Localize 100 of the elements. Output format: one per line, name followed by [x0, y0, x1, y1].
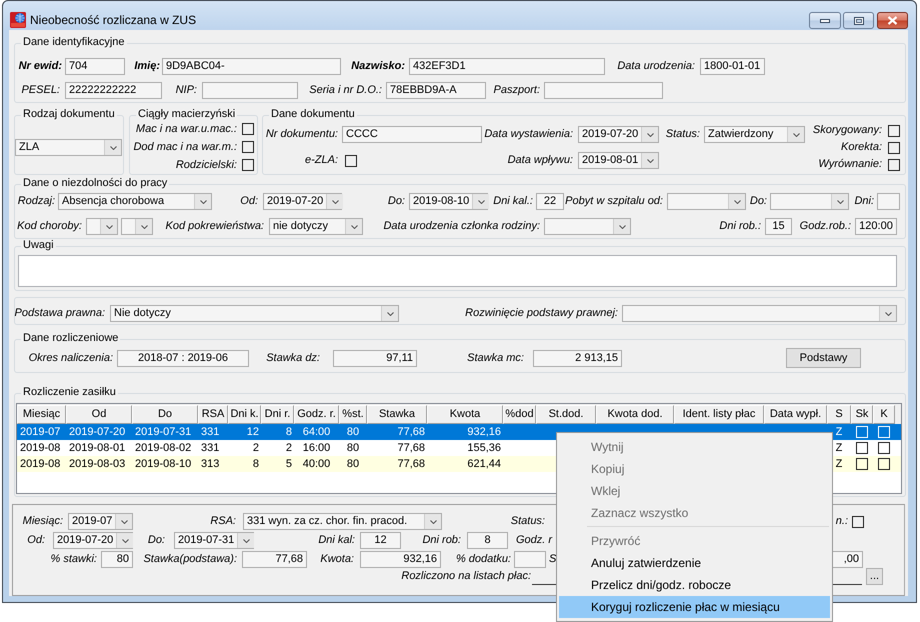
- text-field[interactable]: 2018-07 : 2019-06: [117, 350, 249, 366]
- dropdown[interactable]: ZLA: [15, 139, 122, 156]
- column-header[interactable]: %dod: [503, 405, 536, 424]
- column-header[interactable]: Ident. listy płac: [674, 405, 764, 424]
- checkbox[interactable]: [856, 458, 868, 470]
- chevron-down-icon: [792, 132, 800, 136]
- chevron-down-icon: [332, 200, 339, 204]
- field-label: Kod choroby:: [17, 220, 82, 233]
- text-field[interactable]: 932,16: [360, 551, 441, 568]
- push-button[interactable]: Podstawy: [786, 348, 861, 368]
- field-label: Stawka dz:: [266, 352, 320, 364]
- checkbox[interactable]: [878, 442, 890, 454]
- column-header[interactable]: RSA: [198, 405, 228, 424]
- checkbox[interactable]: [242, 141, 254, 153]
- checkbox[interactable]: [856, 442, 868, 454]
- text-field[interactable]: 120:00: [855, 218, 897, 235]
- column-header[interactable]: St.dod.: [536, 405, 596, 424]
- dropdown[interactable]: Zatwierdzony: [704, 126, 805, 143]
- column-header[interactable]: Kwota dod.: [596, 405, 674, 424]
- column-header[interactable]: Kwota: [427, 405, 503, 424]
- group-title: Ciągły macierzyński: [136, 108, 238, 121]
- table-cell-text: 2019-08-02: [134, 441, 192, 456]
- close-button[interactable]: [877, 12, 908, 29]
- field-label: Nr dokumentu:: [266, 128, 338, 141]
- table-cell-text: 2: [252, 441, 260, 456]
- field-label: Rozwinięcie podstawy prawnej:: [465, 307, 618, 320]
- column-header[interactable]: S: [827, 405, 851, 424]
- text-field[interactable]: 22: [536, 193, 564, 210]
- dropdown[interactable]: Absencja chorobowa: [58, 193, 212, 210]
- column-header[interactable]: K: [873, 405, 895, 424]
- dropdown[interactable]: 2019-08-10: [409, 193, 488, 210]
- dropdown[interactable]: nie dotyczy: [269, 218, 363, 235]
- column-header[interactable]: Sk: [851, 405, 873, 424]
- checkbox[interactable]: [888, 142, 900, 154]
- globe-tile-icon: [10, 12, 26, 28]
- text-field[interactable]: 78EBBD9A-A: [386, 82, 486, 99]
- dropdown[interactable]: 2019-07-20: [263, 193, 342, 210]
- column-header[interactable]: Godz. r.: [294, 405, 339, 424]
- dropdown[interactable]: 2019-07-31: [174, 532, 254, 549]
- checkbox[interactable]: [852, 516, 864, 528]
- column-header[interactable]: Dni k.: [228, 405, 261, 424]
- text-field[interactable]: [202, 82, 298, 99]
- checkbox[interactable]: [242, 159, 254, 171]
- checkbox[interactable]: [888, 158, 900, 170]
- text-field[interactable]: [514, 551, 546, 568]
- menu-item[interactable]: Przelicz dni/godz. robocze: [559, 574, 830, 596]
- field-label: Do:: [148, 534, 165, 547]
- text-field[interactable]: 97,11: [333, 350, 417, 366]
- text-field[interactable]: 704: [65, 58, 125, 75]
- column-header[interactable]: Dni r.: [261, 405, 294, 424]
- text-field[interactable]: 12: [360, 532, 401, 549]
- dropdown[interactable]: 2019-07-20: [578, 126, 659, 143]
- field-label: Do:: [750, 195, 767, 208]
- field-label: NIP:: [176, 84, 197, 97]
- chevron-down-icon: [836, 200, 844, 204]
- column-header[interactable]: %st.: [339, 405, 367, 424]
- text-field[interactable]: 9D9ABC04-: [162, 58, 341, 75]
- field-label: Nazwisko:: [351, 60, 405, 73]
- text-field[interactable]: [877, 193, 900, 210]
- chevron-down-icon: [646, 132, 654, 136]
- menu-item[interactable]: Koryguj rozliczenie płac w miesiącu: [559, 596, 830, 618]
- field-label: Od:: [27, 534, 45, 547]
- text-field[interactable]: 15: [765, 218, 792, 235]
- minimize-button[interactable]: [809, 12, 841, 29]
- chevron-down-icon: [106, 224, 112, 228]
- dropdown[interactable]: Nie dotyczy: [110, 305, 399, 322]
- chevron-down-icon: [140, 224, 148, 228]
- text-field[interactable]: 2 913,15: [533, 350, 622, 366]
- minimize-icon: [820, 18, 830, 22]
- field-label: Wyrównanie:: [818, 158, 882, 171]
- checkbox[interactable]: [242, 123, 254, 135]
- checkbox[interactable]: [888, 124, 900, 136]
- field-label: Dni kal.:: [493, 195, 533, 208]
- text-field[interactable]: 80: [101, 551, 133, 568]
- dropdown[interactable]: 2019-08-01: [578, 152, 659, 169]
- column-header[interactable]: Data wypł.: [764, 405, 827, 424]
- chevron-down-icon: [386, 312, 394, 316]
- field-label: Od:: [240, 195, 258, 208]
- chevron-down-icon: [430, 520, 436, 524]
- dropdown[interactable]: 331 wyn. za cz. chor. fin. pracod.: [243, 513, 442, 530]
- dropdown[interactable]: 2019-07: [68, 513, 133, 530]
- chevron-down-icon: [646, 158, 654, 162]
- text-field[interactable]: [544, 82, 663, 99]
- text-field[interactable]: 22222222222: [65, 82, 162, 99]
- field-label: e-ZLA:: [304, 154, 338, 167]
- push-button[interactable]: ...: [866, 568, 883, 585]
- dropdown[interactable]: 2019-07-20: [53, 532, 133, 549]
- text-field[interactable]: 77,68: [242, 551, 307, 568]
- checkbox[interactable]: [878, 458, 890, 470]
- maximize-button[interactable]: [843, 12, 874, 29]
- text-field[interactable]: 432EF3D1: [409, 58, 605, 75]
- column-header[interactable]: Miesiąc: [17, 405, 66, 424]
- checkbox[interactable]: [345, 154, 357, 166]
- column-header[interactable]: Od: [66, 405, 132, 424]
- text-field[interactable]: 8: [467, 532, 508, 549]
- column-header[interactable]: Stawka: [367, 405, 427, 424]
- column-header[interactable]: Do: [132, 405, 198, 424]
- text-field[interactable]: 1800-01-01: [700, 58, 765, 75]
- text-field[interactable]: CCCC: [342, 126, 482, 143]
- field-label: Pobyt w szpitalu od:: [565, 195, 663, 208]
